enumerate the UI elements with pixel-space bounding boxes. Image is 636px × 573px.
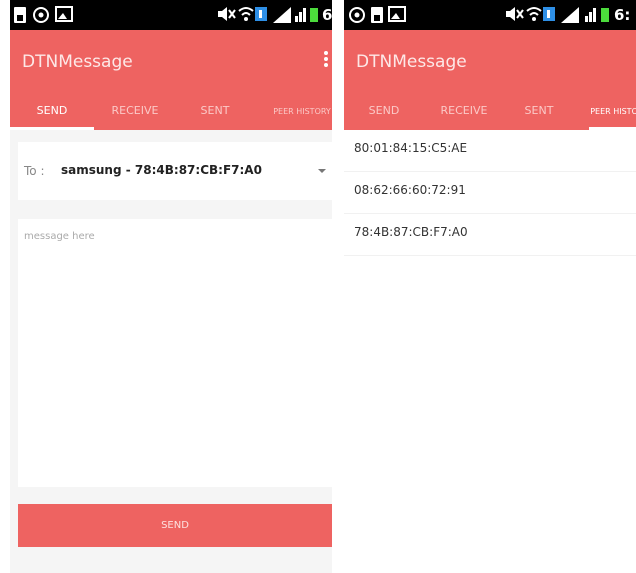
notification-badge-icon: [254, 6, 268, 22]
list-item[interactable]: 08:62:66:60:72:91: [344, 172, 636, 214]
signal-icon: [584, 6, 598, 22]
peer-list: 80:01:84:15:C5:AE 08:62:66:60:72:91 78:4…: [344, 130, 636, 256]
list-item[interactable]: 78:4B:87:CB:F7:A0: [344, 214, 636, 256]
tab-sent[interactable]: SENT: [176, 92, 254, 130]
whatsapp-icon: [32, 6, 50, 24]
to-label: To :: [24, 164, 45, 178]
peer-address: 08:62:66:60:72:91: [354, 183, 466, 197]
tab-send[interactable]: SEND: [10, 92, 94, 130]
gallery-icon: [55, 6, 73, 22]
battery-icon: [600, 6, 610, 22]
peer-history-screen: 6: DTNMessage SEND RECEIVE SENT PEER HIS…: [344, 0, 636, 573]
tab-bar: SEND RECEIVE SENT PEER HISTORY: [10, 92, 332, 130]
send-button[interactable]: SEND: [18, 504, 332, 547]
signal-icon: [560, 6, 580, 24]
message-card: [18, 219, 332, 487]
sim-icon: [370, 6, 384, 24]
message-input[interactable]: [18, 219, 332, 487]
send-screen: 6:44 DTNMessage SEND RECEIVE SENT PEER H…: [10, 0, 332, 573]
app-bar: DTNMessage: [344, 30, 636, 92]
recipient-selector[interactable]: To : samsung - 78:4B:87:CB:F7:A0: [18, 142, 332, 200]
status-time: 6:: [614, 6, 631, 24]
list-item[interactable]: 80:01:84:15:C5:AE: [344, 130, 636, 172]
recipient-value[interactable]: samsung - 78:4B:87:CB:F7:A0: [61, 163, 262, 177]
gallery-icon: [388, 6, 406, 22]
status-bar: 6:44: [10, 0, 332, 30]
tab-receive[interactable]: RECEIVE: [424, 92, 504, 130]
notification-badge-icon: [542, 6, 556, 22]
signal-icon: [272, 6, 292, 24]
wifi-icon: [238, 6, 254, 22]
mute-icon: [504, 6, 524, 22]
tab-receive[interactable]: RECEIVE: [94, 92, 176, 130]
status-time: 6:44: [322, 6, 332, 24]
status-bar: 6:: [344, 0, 636, 30]
mute-icon: [216, 6, 236, 22]
signal-icon: [294, 6, 308, 22]
app-bar: DTNMessage: [10, 30, 332, 92]
tab-send[interactable]: SEND: [344, 92, 424, 130]
peer-address: 80:01:84:15:C5:AE: [354, 141, 468, 155]
battery-icon: [309, 6, 319, 22]
sim-icon: [13, 6, 27, 24]
peer-address: 78:4B:87:CB:F7:A0: [354, 225, 468, 239]
tab-bar: SEND RECEIVE SENT PEER HISTORY: [344, 92, 636, 130]
tab-peer-history[interactable]: PEER HISTORY: [272, 92, 332, 130]
overflow-menu-icon[interactable]: [324, 51, 328, 71]
tab-indicator: [10, 127, 94, 130]
app-title: DTNMessage: [356, 52, 467, 72]
app-title: DTNMessage: [22, 52, 133, 72]
whatsapp-icon: [348, 6, 366, 24]
dropdown-arrow-icon[interactable]: [318, 169, 326, 173]
tab-sent[interactable]: SENT: [504, 92, 574, 130]
wifi-icon: [526, 6, 542, 22]
tab-peer-history[interactable]: PEER HISTORY: [589, 92, 636, 130]
